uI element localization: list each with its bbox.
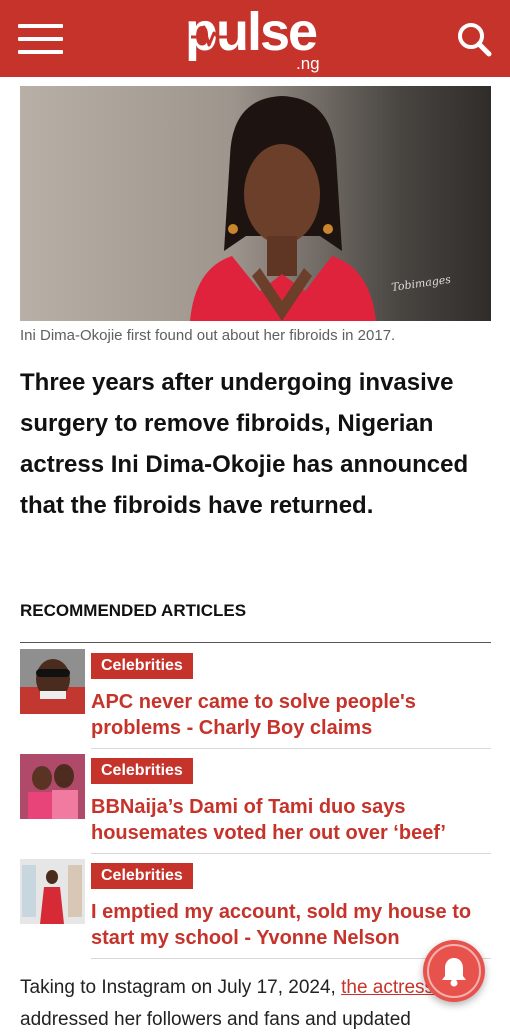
recommended-heading: RECOMMENDED ARTICLES bbox=[20, 601, 247, 620]
body-text-rest: addressed her followers and fans and upd… bbox=[20, 1009, 411, 1030]
article-title-link[interactable]: APC never came to solve people's problem… bbox=[91, 689, 491, 741]
article-title-link[interactable]: BBNaija’s Dami of Tami duo says housemat… bbox=[91, 794, 491, 846]
category-badge[interactable]: Celebrities bbox=[91, 758, 193, 784]
recommended-item[interactable]: Celebrities APC never came to solve peop… bbox=[20, 645, 491, 749]
article-title-link[interactable]: I emptied my account, sold my house to s… bbox=[91, 899, 491, 951]
category-badge[interactable]: Celebrities bbox=[91, 863, 193, 889]
article-thumbnail[interactable] bbox=[20, 754, 85, 819]
image-watermark: Tobimages bbox=[391, 273, 452, 294]
pulse-wave-icon bbox=[191, 25, 231, 47]
bell-icon bbox=[442, 958, 466, 987]
recommended-item[interactable]: Celebrities BBNaija’s Dami of Tami duo s… bbox=[20, 750, 491, 854]
recommended-item[interactable]: Celebrities I emptied my account, sold m… bbox=[20, 855, 491, 959]
hamburger-menu-icon[interactable] bbox=[18, 24, 63, 54]
search-button[interactable] bbox=[455, 20, 493, 58]
notification-bell-button[interactable] bbox=[423, 940, 485, 1002]
recommended-divider bbox=[20, 642, 491, 643]
site-logo[interactable]: pulse .ng bbox=[185, 2, 335, 76]
article-lead: Three years after undergoing invasive su… bbox=[20, 369, 469, 519]
search-icon bbox=[458, 23, 492, 57]
item-divider bbox=[91, 748, 491, 749]
site-header: pulse .ng bbox=[0, 0, 510, 77]
item-divider bbox=[91, 853, 491, 854]
article-thumbnail[interactable] bbox=[20, 859, 85, 924]
portrait-illustration: Tobimages bbox=[190, 96, 452, 321]
body-text-start: Taking to Instagram on July 17, 2024, bbox=[20, 977, 342, 998]
article-hero-image: Tobimages bbox=[20, 86, 491, 321]
image-caption: Ini Dima-Okojie first found out about he… bbox=[20, 327, 396, 344]
category-badge[interactable]: Celebrities bbox=[91, 653, 193, 679]
body-inline-link[interactable]: the actress bbox=[341, 977, 434, 998]
article-thumbnail[interactable] bbox=[20, 649, 85, 714]
logo-tld: .ng bbox=[296, 54, 320, 73]
